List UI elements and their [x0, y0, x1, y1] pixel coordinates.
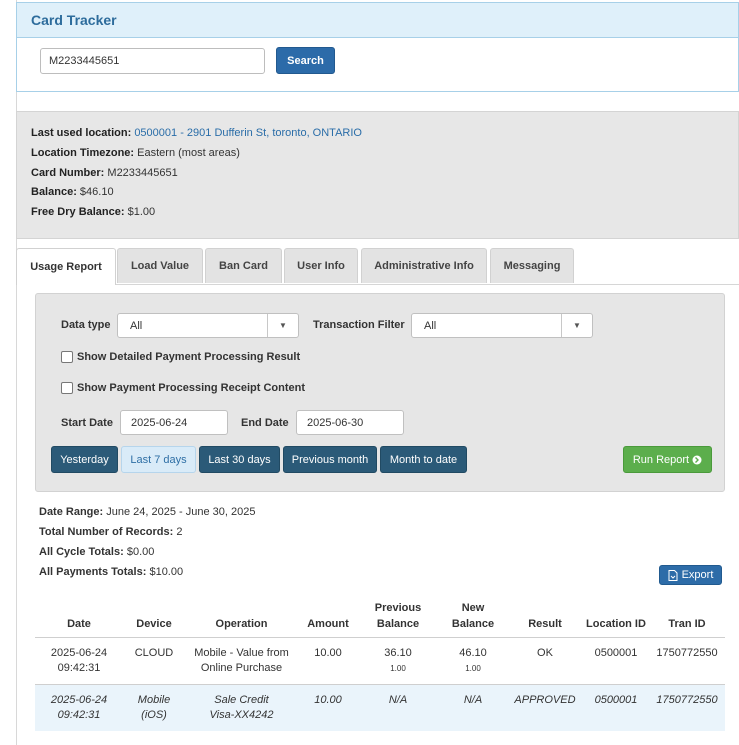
table-row: 2025-06-24 09:42:31 CLOUD Mobile - Value … [50, 646, 718, 674]
tab-load-value[interactable]: Load Value [117, 248, 203, 283]
yesterday-button[interactable]: Yesterday [51, 446, 118, 473]
export-button[interactable]: Export [659, 565, 722, 585]
tran-id-link[interactable]: 1750772550 [649, 693, 725, 708]
start-date-input[interactable]: 2025-06-24 [120, 410, 228, 435]
data-type-label: Data type [61, 319, 111, 331]
run-report-button[interactable]: Run Report [623, 446, 712, 473]
end-date-input[interactable]: 2025-06-30 [296, 410, 404, 435]
last-7-days-button[interactable]: Last 7 days [121, 446, 196, 473]
last-location-link[interactable]: 0500001 - 2901 Dufferin St, toronto, ONT… [134, 127, 362, 139]
card-search-input[interactable] [40, 48, 265, 74]
card-number-row: Card Number: M2233445651 [31, 167, 178, 179]
arrow-circle-right-icon [692, 455, 702, 464]
location-id-link[interactable]: 0500001 [583, 693, 649, 708]
col-header-date: Date [67, 618, 91, 630]
month-to-date-button[interactable]: Month to date [380, 446, 467, 473]
col-header-device: Device [136, 618, 172, 630]
col-header-tran-id: Tran ID [668, 618, 706, 630]
file-export-icon [668, 569, 678, 581]
col-header-new-balance: New Balance [451, 602, 495, 630]
end-date-label: End Date [241, 417, 289, 429]
data-type-select[interactable]: All ▼ [117, 313, 299, 338]
col-header-location-id: Location ID [586, 618, 646, 630]
chevron-down-icon: ▼ [561, 314, 592, 337]
previous-month-button[interactable]: Previous month [283, 446, 377, 473]
transaction-filter-select[interactable]: All ▼ [411, 313, 593, 338]
transaction-filter-label: Transaction Filter [313, 319, 405, 331]
tab-administrative-info[interactable]: Administrative Info [361, 248, 487, 283]
chevron-down-icon: ▼ [267, 314, 298, 337]
free-dry-balance-row: Free Dry Balance: $1.00 [31, 206, 156, 218]
col-header-result: Result [528, 618, 562, 630]
tab-usage-report[interactable]: Usage Report [16, 248, 116, 285]
card-tracker-panel: Card Tracker Search [16, 2, 739, 92]
table-row: 2025-06-24 09:42:31 Mobile (iOS) Sale Cred… [35, 685, 725, 731]
last-30-days-button[interactable]: Last 30 days [199, 446, 280, 473]
tab-ban-card[interactable]: Ban Card [205, 248, 282, 283]
tab-bar: Usage Report Load Value Ban Card User In… [16, 248, 739, 285]
payments-totals-row: All Payments Totals: $10.00 [39, 566, 184, 578]
search-button[interactable]: Search [276, 47, 335, 74]
balance-row: Balance: $46.10 [31, 186, 114, 198]
show-detailed-result-checkbox[interactable]: Show Detailed Payment Processing Result [61, 351, 300, 363]
records-count-row: Total Number of Records: 2 [39, 526, 183, 538]
location-id-link[interactable]: 0500001 [583, 646, 649, 661]
panel-header [17, 3, 738, 38]
checkbox-box[interactable] [61, 382, 73, 394]
col-header-previous-balance: Previous Balance [374, 602, 422, 630]
report-filter-panel: Data type All ▼ Transaction Filter All ▼… [35, 293, 725, 492]
page-title: Card Tracker [31, 12, 117, 28]
start-date-label: Start Date [61, 417, 113, 429]
col-header-amount: Amount [307, 618, 349, 630]
tab-messaging[interactable]: Messaging [490, 248, 574, 283]
cycle-totals-row: All Cycle Totals: $0.00 [39, 546, 155, 558]
last-location-row: Last used location: 0500001 - 2901 Duffe… [31, 127, 362, 139]
show-receipt-content-checkbox[interactable]: Show Payment Processing Receipt Content [61, 382, 305, 394]
card-info-panel: Last used location: 0500001 - 2901 Duffe… [16, 111, 739, 239]
checkbox-box[interactable] [61, 351, 73, 363]
tab-user-info[interactable]: User Info [284, 248, 358, 283]
col-header-operation: Operation [215, 618, 268, 630]
date-range-row: Date Range: June 24, 2025 - June 30, 202… [39, 506, 256, 518]
left-panel-edge [0, 0, 17, 745]
timezone-row: Location Timezone: Eastern (most areas) [31, 147, 240, 159]
